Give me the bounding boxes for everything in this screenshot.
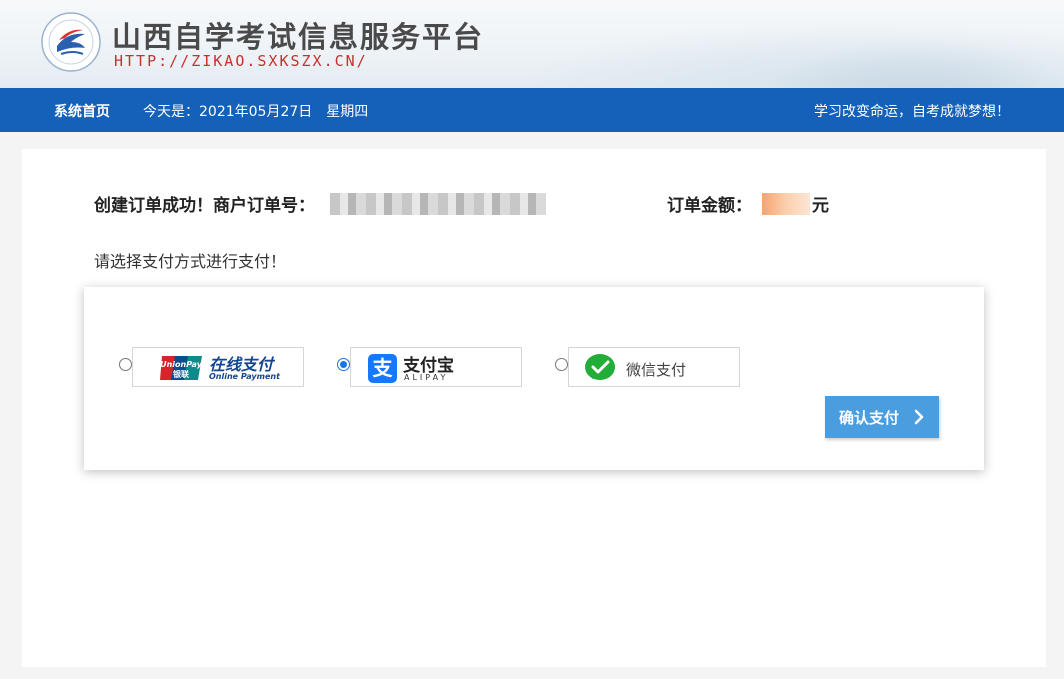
payment-method-box: UnionPay 银联 在线支付 Online Payment 支 支付宝 AL… [84, 287, 984, 470]
payment-option-alipay[interactable]: 支 支付宝 ALIPAY [350, 347, 522, 387]
site-title: 山西自学考试信息服务平台 [112, 20, 485, 54]
svg-text:银联: 银联 [172, 369, 189, 379]
nav-home-link[interactable]: 系统首页 [54, 101, 110, 121]
order-number-redacted [330, 193, 546, 215]
order-success-text: 创建订单成功！商户订单号： [94, 196, 315, 216]
radio-alipay[interactable] [337, 358, 350, 371]
site-url[interactable]: HTTP://ZIKAO.SXKSZX.CN/ [114, 52, 368, 70]
wechat-pay-icon [585, 354, 615, 380]
nav-slogan: 学习改变命运，自考成就梦想！ [814, 104, 1010, 120]
alipay-label-en: ALIPAY [404, 373, 449, 382]
order-amount-unit: 元 [812, 196, 829, 216]
confirm-pay-label: 确认支付 [839, 410, 900, 427]
nav-weekday: 星期四 [326, 104, 369, 120]
payment-option-wechat[interactable]: 微信支付 [568, 347, 740, 387]
header-sky-decoration-2 [760, 40, 1064, 88]
radio-wechat[interactable] [555, 358, 568, 371]
order-panel: 创建订单成功！商户订单号： 订单金额： 元 请选择支付方式进行支付！ Union… [22, 149, 1046, 667]
alipay-icon: 支 [368, 354, 397, 383]
nav-bar: 系统首页 今天是：2021年05月27日 星期四 学习改变命运，自考成就梦想！ [0, 88, 1064, 132]
radio-unionpay[interactable] [119, 358, 132, 371]
site-header: 山西自学考试信息服务平台 HTTP://ZIKAO.SXKSZX.CN/ [0, 0, 1064, 88]
nav-date: 今天是：2021年05月27日 星期四 [143, 101, 382, 121]
confirm-pay-button[interactable]: 确认支付 [825, 396, 939, 438]
svg-text:UnionPay: UnionPay [160, 360, 202, 369]
wechat-pay-label: 微信支付 [626, 361, 687, 379]
choose-payment-text: 请选择支付方式进行支付！ [94, 252, 287, 271]
order-amount-redacted [762, 193, 810, 215]
site-logo-icon [41, 12, 101, 72]
chevron-right-icon [914, 409, 924, 425]
unionpay-logo-icon: UnionPay 银联 [160, 356, 202, 380]
unionpay-label-en: Online Payment [209, 372, 280, 381]
nav-date-text: 今天是：2021年05月27日 [143, 104, 313, 120]
payment-option-unionpay[interactable]: UnionPay 银联 在线支付 Online Payment [132, 347, 304, 387]
order-amount-label: 订单金额： [667, 196, 752, 216]
